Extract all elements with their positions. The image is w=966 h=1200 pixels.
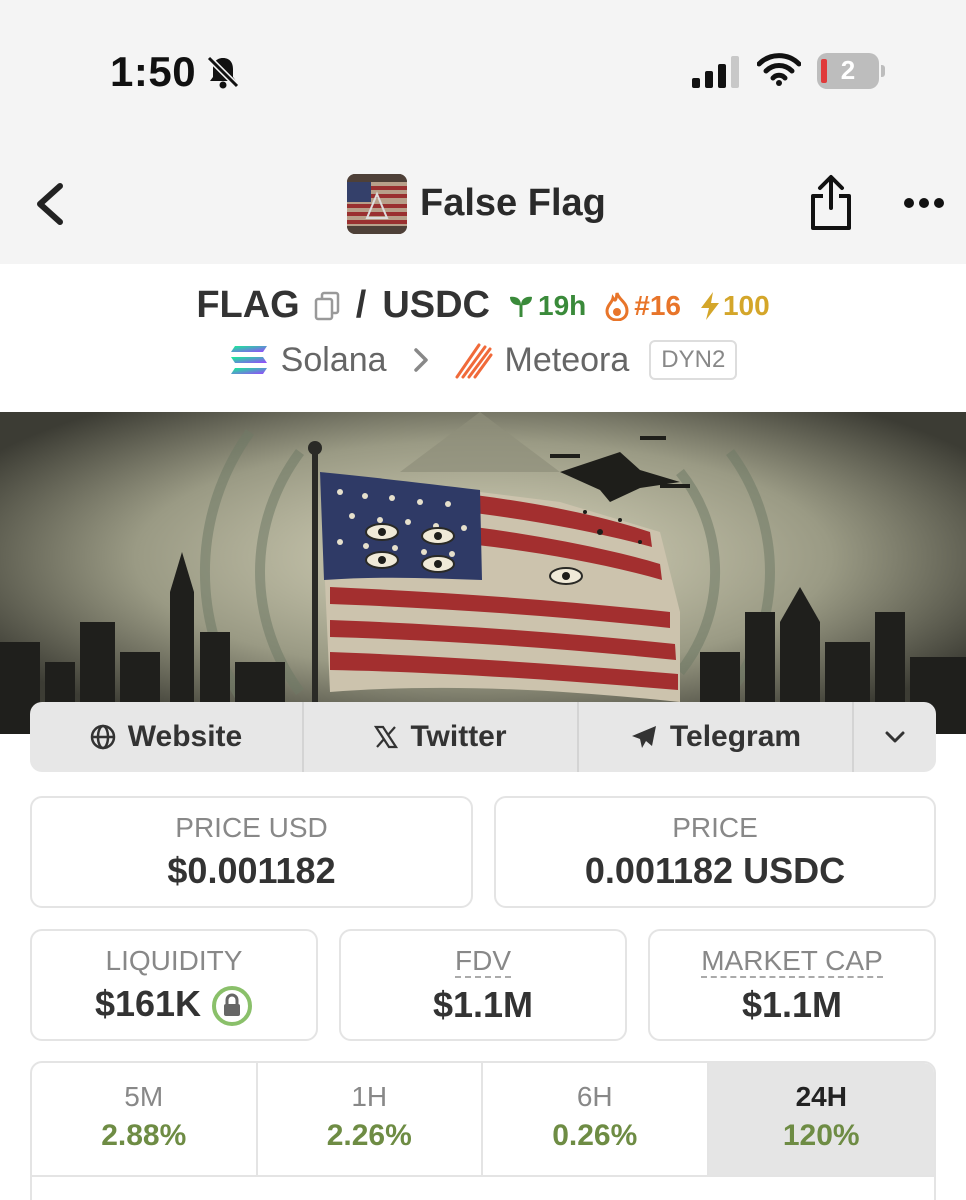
price-native-label: PRICE xyxy=(672,812,758,843)
telegram-link-button[interactable]: Telegram xyxy=(579,702,854,772)
market-cap-label: MARKET CAP xyxy=(701,945,883,978)
status-bar: 1:50 2 xyxy=(0,0,966,140)
liquidity-card: LIQUIDITY $161K xyxy=(30,929,318,1041)
price-native-value: 0.001182 USDC xyxy=(584,850,846,891)
dex-name[interactable]: Meteora xyxy=(505,341,630,380)
token-banner-image xyxy=(0,412,966,734)
timeframe-label: 24H xyxy=(795,1081,847,1112)
solana-icon xyxy=(230,346,267,374)
status-time: 1:50 xyxy=(110,48,197,95)
timeframe-tab-1h[interactable]: 1H 2.26% xyxy=(257,1063,483,1177)
boost-value: 100 xyxy=(722,289,770,321)
nav-header: False Flag xyxy=(0,140,966,264)
lock-icon[interactable] xyxy=(211,985,253,1027)
social-links-bar: Website Twitter Telegram xyxy=(30,702,936,772)
share-icon[interactable] xyxy=(808,174,854,232)
chevron-down-icon xyxy=(885,731,905,743)
chain-name[interactable]: Solana xyxy=(281,341,387,380)
lightning-icon xyxy=(700,291,719,320)
wifi-icon xyxy=(757,53,801,86)
chain-dex-row: Solana Meteora DYN2 xyxy=(0,340,966,388)
more-icon[interactable] xyxy=(902,196,946,210)
price-usd-label: PRICE USD xyxy=(175,812,328,843)
meteora-icon xyxy=(455,343,493,379)
token-avatar xyxy=(347,174,407,234)
timeframe-change: 120% xyxy=(782,1119,860,1152)
liquidity-value-row: $161K xyxy=(32,983,316,1027)
timeframe-change: 2.88% xyxy=(101,1119,187,1152)
cellular-signal-icon xyxy=(692,56,739,88)
market-cap-card[interactable]: MARKET CAP $1.1M xyxy=(648,929,936,1041)
timeframe-change: 0.26% xyxy=(552,1119,638,1152)
website-link-button[interactable]: Website xyxy=(30,702,304,772)
bell-slash-icon xyxy=(206,55,240,89)
timeframe-change: 2.26% xyxy=(326,1119,412,1152)
more-links-dropdown[interactable] xyxy=(854,702,936,772)
timeframe-tab-24h[interactable]: 24H 120% xyxy=(708,1063,934,1177)
seedling-icon xyxy=(510,296,532,317)
copy-icon[interactable] xyxy=(314,291,340,321)
twitter-label: Twitter xyxy=(410,720,507,753)
pair-quote-symbol: USDC xyxy=(382,284,490,326)
chevron-right-icon xyxy=(413,348,428,372)
price-usd-card: PRICE USD $0.001182 xyxy=(30,796,473,908)
battery-level: 2 xyxy=(840,55,856,85)
fdv-card[interactable]: FDV $1.1M xyxy=(339,929,627,1041)
timeframe-tab-5m[interactable]: 5M 2.88% xyxy=(32,1063,258,1177)
price-change-timeframes: 5M 2.88% 1H 2.26% 6H 0.26% 24H 120% xyxy=(30,1061,936,1200)
globe-icon xyxy=(90,724,115,750)
flame-icon xyxy=(605,291,629,321)
pair-header: FLAG / USDC 19h #16 100 xyxy=(0,284,966,336)
dex-version-tag: DYN2 xyxy=(649,340,738,380)
fdv-label: FDV xyxy=(455,945,511,978)
timeframe-label: 5M xyxy=(124,1081,164,1112)
website-label: Website xyxy=(127,720,243,753)
fdv-value: $1.1M xyxy=(432,984,534,1025)
age-badge: 19h xyxy=(508,290,586,322)
timeframe-tab-6h[interactable]: 6H 0.26% xyxy=(483,1063,709,1177)
price-usd-value: $0.001182 xyxy=(167,850,336,891)
timeframe-label: 6H xyxy=(576,1081,613,1112)
telegram-send-icon xyxy=(631,726,656,748)
battery-icon: 2 xyxy=(817,53,887,89)
liquidity-label: LIQUIDITY xyxy=(105,945,243,976)
price-native-card: PRICE 0.001182 USDC xyxy=(494,796,936,908)
boost-badge: 100 xyxy=(699,290,770,322)
age-value: 19h xyxy=(538,289,587,321)
timeframe-label: 1H xyxy=(351,1081,388,1112)
pair-separator: / xyxy=(355,284,367,326)
twitter-link-button[interactable]: Twitter xyxy=(304,702,579,772)
x-logo-icon xyxy=(374,725,399,749)
trending-rank-badge: #16 xyxy=(604,290,681,322)
page-title: False Flag xyxy=(420,182,606,224)
telegram-label: Telegram xyxy=(669,720,802,753)
back-chevron-icon[interactable] xyxy=(30,180,70,228)
pair-base-symbol: FLAG xyxy=(196,284,300,326)
liquidity-value: $161K xyxy=(94,983,202,1024)
market-cap-value: $1.1M xyxy=(741,984,843,1025)
rank-value: #16 xyxy=(634,289,681,321)
